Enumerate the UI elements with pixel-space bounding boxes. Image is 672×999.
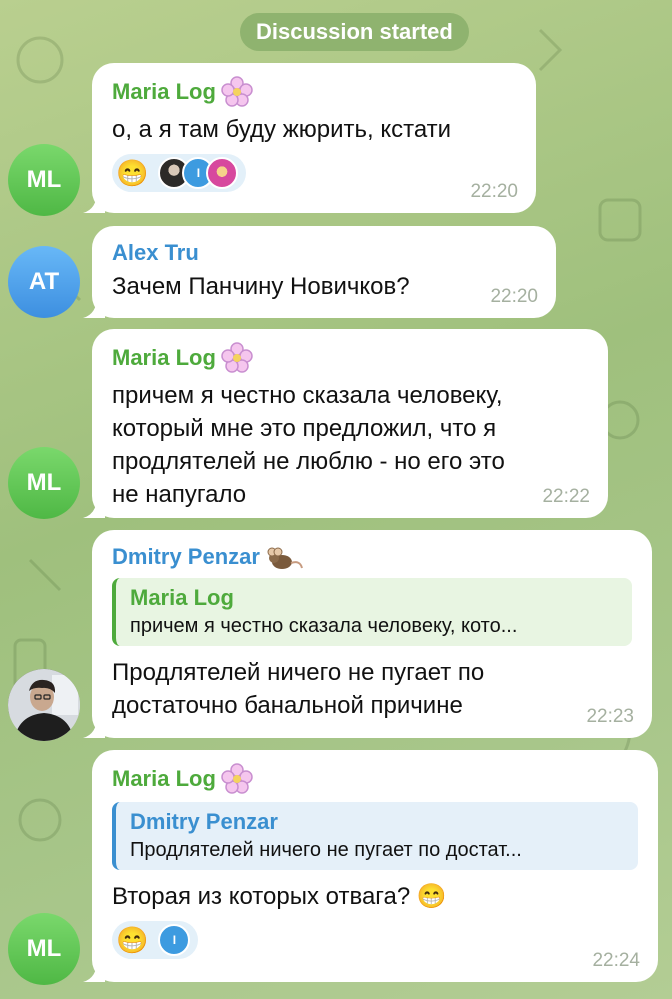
flower-emoji-status-icon	[221, 342, 253, 373]
flower-emoji-status-icon	[221, 76, 253, 107]
message-time: 22:20	[490, 286, 538, 307]
bubble-tail	[83, 191, 105, 213]
service-message-discussion-started: Discussion started	[240, 13, 469, 51]
reply-quote-text: Продлятелей ничего не пугает по достат..…	[130, 839, 522, 861]
sender-name[interactable]: Dmitry Penzar	[112, 542, 632, 572]
message-text-line: не напугало	[112, 481, 247, 508]
message-text-line: Продлятелей ничего не пугает по	[112, 659, 485, 686]
message-text-line: который мне это предложил, что я	[112, 415, 497, 442]
sender-name-label: Maria Log	[112, 345, 216, 370]
message-time: 22:24	[592, 950, 640, 971]
reactions-row: 😁 I	[112, 921, 638, 959]
reply-quote[interactable]: Maria Log причем я честно сказала челове…	[112, 578, 632, 646]
reaction-grin[interactable]: 😁 I	[112, 921, 199, 959]
reactor-avatar: I	[158, 924, 191, 956]
message-text: Продлятелей ничего не пугает по достаточ…	[112, 656, 632, 722]
message-bubble[interactable]: Dmitry Penzar Maria Log причем я честно …	[83, 530, 652, 738]
sender-name[interactable]: Maria Log	[112, 341, 588, 375]
message-time: 22:22	[542, 486, 590, 507]
message-text: о, а я там буду жюрить, кстати	[112, 116, 452, 143]
profile-photo	[8, 669, 80, 741]
message-bubble[interactable]: Maria Log Dmitry Penzar Продлятелей ниче…	[83, 750, 658, 982]
bubble-tail	[83, 496, 105, 518]
message-time: 22:23	[586, 706, 634, 727]
reply-quote[interactable]: Dmitry Penzar Продлятелей ничего не пуга…	[112, 802, 638, 870]
reactions-row: 😁 I	[112, 154, 516, 192]
avatar-maria-log[interactable]: ML	[8, 144, 80, 216]
grin-emoji-icon: 😁	[116, 925, 149, 955]
reactor-avatars: I	[156, 924, 191, 956]
bubble-tail	[83, 716, 105, 738]
message-bubble[interactable]: Alex Tru Зачем Панчину Новичков? 22:20	[83, 226, 556, 318]
message-bubble[interactable]: Maria Log о, а я там буду жюрить, кстати…	[83, 63, 536, 213]
reply-quote-sender: Maria Log	[130, 585, 234, 610]
sender-name[interactable]: Maria Log	[112, 75, 516, 109]
message-bubble[interactable]: Maria Log причем я честно сказала челове…	[83, 329, 608, 518]
sender-name-label: Alex Tru	[112, 240, 199, 265]
avatar-alex-tru[interactable]: AT	[8, 246, 80, 318]
rat-emoji-status-icon	[267, 547, 303, 569]
bubble-tail	[83, 960, 105, 982]
grin-emoji-icon: 😁	[116, 158, 149, 188]
sender-name-label: Maria Log	[112, 766, 216, 791]
message-text-line: продлятелей не люблю - но его это	[112, 448, 505, 475]
message-text: Вторая из которых отвага? 😁	[112, 883, 447, 910]
sender-name-label: Maria Log	[112, 79, 216, 104]
reactor-avatar	[206, 157, 239, 189]
bubble-tail	[83, 296, 105, 318]
reaction-grin[interactable]: 😁 I	[112, 154, 247, 192]
avatar-maria-log[interactable]: ML	[8, 447, 80, 519]
avatar-maria-log[interactable]: ML	[8, 913, 80, 985]
reply-quote-sender: Dmitry Penzar	[130, 809, 278, 834]
reactor-avatars: I	[156, 157, 239, 189]
reply-quote-text: причем я честно сказала человеку, кото..…	[130, 615, 518, 637]
message-time: 22:20	[470, 181, 518, 202]
sender-name[interactable]: Alex Tru	[112, 238, 536, 268]
avatar-dmitry-penzar[interactable]	[8, 669, 80, 741]
message-text: причем я честно сказала человеку, которы…	[112, 379, 588, 511]
message-text-line: достаточно банальной причине	[112, 692, 463, 719]
flower-emoji-status-icon	[221, 763, 253, 794]
message-text-line: причем я честно сказала человеку,	[112, 382, 503, 409]
message-text: Зачем Панчину Новичков?	[112, 273, 410, 300]
sender-name-label: Dmitry Penzar	[112, 544, 260, 569]
sender-name[interactable]: Maria Log	[112, 762, 638, 796]
